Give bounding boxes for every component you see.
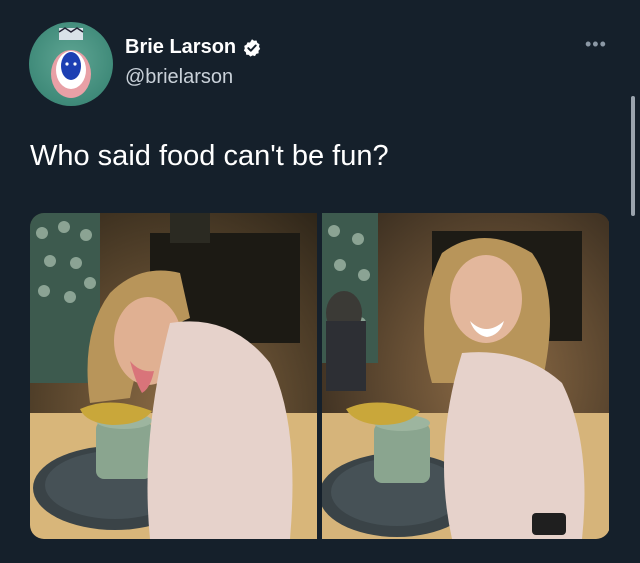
user-handle[interactable]: @brielarson xyxy=(125,66,233,89)
scrollbar[interactable] xyxy=(631,96,635,216)
tweet-text: Who said food can't be fun? xyxy=(30,140,389,172)
food-photo-right xyxy=(322,213,609,539)
verified-badge-icon xyxy=(244,38,261,57)
avatar[interactable] xyxy=(29,22,113,106)
avatar-illustration-icon xyxy=(51,27,91,98)
food-photo-left xyxy=(30,213,317,539)
more-options-button[interactable]: ••• xyxy=(585,34,607,55)
photo-right[interactable] xyxy=(322,213,609,539)
display-name[interactable]: Brie Larson xyxy=(125,36,262,59)
tweet-media[interactable] xyxy=(30,213,610,539)
photo-left[interactable] xyxy=(30,213,317,539)
display-name-text: Brie Larson xyxy=(125,36,237,58)
